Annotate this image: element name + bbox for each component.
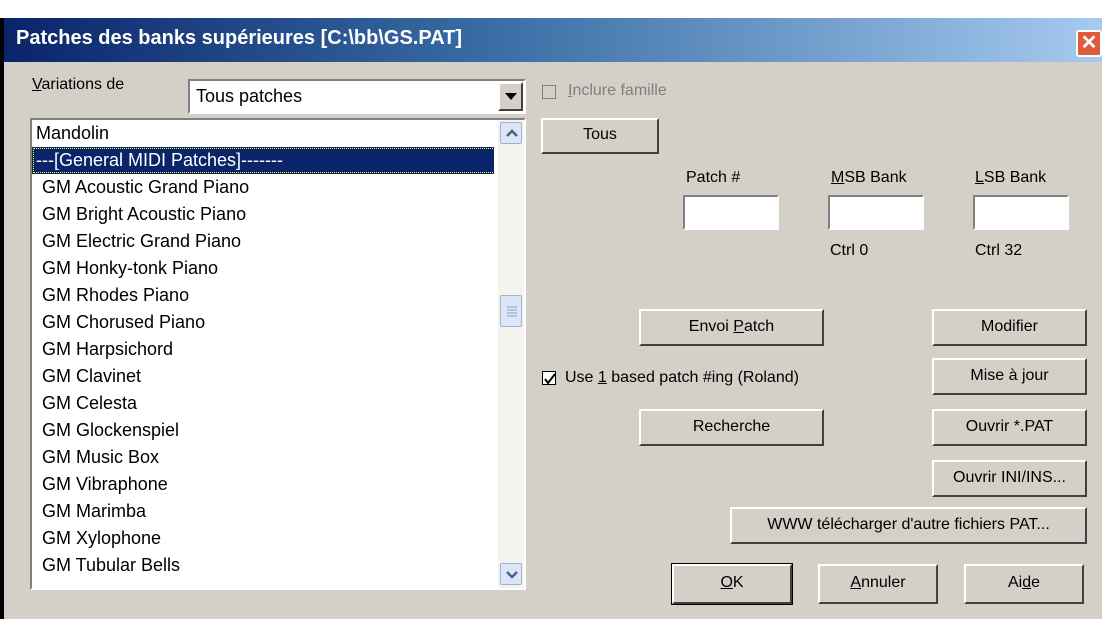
chevron-down-icon — [504, 93, 517, 100]
close-icon: ✕ — [1080, 32, 1098, 54]
msb-ctrl-note: Ctrl 0 — [830, 242, 869, 259]
cancel-button[interactable]: Annuler — [818, 564, 938, 604]
variations-selected-value: Tous patches — [196, 86, 303, 106]
list-item[interactable]: GM Chorused Piano — [32, 309, 494, 336]
chevron-up-icon — [506, 129, 518, 137]
variations-dropdown[interactable]: Tous patches — [188, 79, 526, 114]
list-item[interactable]: Mandolin — [32, 120, 494, 147]
list-item[interactable]: GM Electric Grand Piano — [32, 228, 494, 255]
patch-listbox[interactable]: Mandolin ---[General MIDI Patches]------… — [30, 118, 526, 590]
list-item[interactable]: GM Rhodes Piano — [32, 282, 494, 309]
msb-bank-label: MSB Bank — [831, 169, 907, 186]
update-button[interactable]: Mise à jour — [932, 358, 1087, 395]
open-pat-button[interactable]: Ouvrir *.PAT — [932, 409, 1087, 446]
window-left-border — [0, 18, 4, 619]
one-based-label: Use 1 based patch #ing (Roland) — [565, 369, 799, 386]
www-download-button[interactable]: WWW télécharger d'autre fichiers PAT... — [730, 507, 1087, 544]
close-button[interactable]: ✕ — [1076, 30, 1102, 57]
list-item[interactable]: GM Music Box — [32, 444, 494, 471]
list-item[interactable]: GM Glockenspiel — [32, 417, 494, 444]
list-item[interactable]: GM Honky-tonk Piano — [32, 255, 494, 282]
grip-icon — [507, 306, 517, 317]
one-based-checkbox[interactable] — [542, 371, 556, 385]
help-button[interactable]: Aide — [964, 564, 1084, 604]
scroll-thumb[interactable] — [500, 295, 522, 327]
list-scrollbar[interactable] — [498, 120, 524, 588]
tous-button[interactable]: Tous — [541, 118, 659, 154]
scroll-up-button[interactable] — [500, 122, 522, 144]
list-item[interactable]: GM Vibraphone — [32, 471, 494, 498]
patch-number-input[interactable] — [683, 195, 779, 230]
search-button[interactable]: Recherche — [639, 409, 824, 446]
list-item[interactable]: ---[General MIDI Patches]------- — [32, 147, 494, 174]
title-bar[interactable]: Patches des banks supérieures [C:\bb\GS.… — [4, 18, 1102, 62]
list-item[interactable]: GM Marimba — [32, 498, 494, 525]
variations-label: Variations de — [32, 76, 125, 93]
send-patch-button[interactable]: Envoi Patch — [639, 309, 824, 346]
chevron-down-icon — [506, 571, 518, 579]
include-family-checkbox[interactable] — [542, 85, 556, 99]
list-item[interactable]: GM Clavinet — [32, 363, 494, 390]
dropdown-arrow-button[interactable] — [498, 82, 523, 111]
msb-bank-input[interactable] — [828, 195, 924, 230]
lsb-bank-label: LSB Bank — [975, 169, 1047, 186]
lsb-ctrl-note: Ctrl 32 — [975, 242, 1023, 259]
lsb-bank-input[interactable] — [973, 195, 1069, 230]
window-title: Patches des banks supérieures [C:\bb\GS.… — [16, 27, 463, 49]
ok-button[interactable]: OK — [671, 563, 793, 605]
include-family-label: Inclure famille — [568, 82, 667, 99]
checkmark-icon — [544, 373, 556, 385]
list-item[interactable]: GM Celesta — [32, 390, 494, 417]
patch-number-label: Patch # — [686, 169, 741, 186]
patch-list-items: Mandolin ---[General MIDI Patches]------… — [32, 120, 494, 588]
scroll-down-button[interactable] — [500, 563, 522, 585]
list-item[interactable]: GM Bright Acoustic Piano — [32, 201, 494, 228]
list-item[interactable]: GM Acoustic Grand Piano — [32, 174, 494, 201]
window-top-edge — [0, 0, 1102, 18]
list-item[interactable]: GM Xylophone — [32, 525, 494, 552]
open-ini-button[interactable]: Ouvrir INI/INS... — [932, 460, 1087, 497]
list-item[interactable]: GM Tubular Bells — [32, 552, 494, 579]
list-item[interactable]: GM Harpsichord — [32, 336, 494, 363]
modify-button[interactable]: Modifier — [932, 309, 1087, 346]
